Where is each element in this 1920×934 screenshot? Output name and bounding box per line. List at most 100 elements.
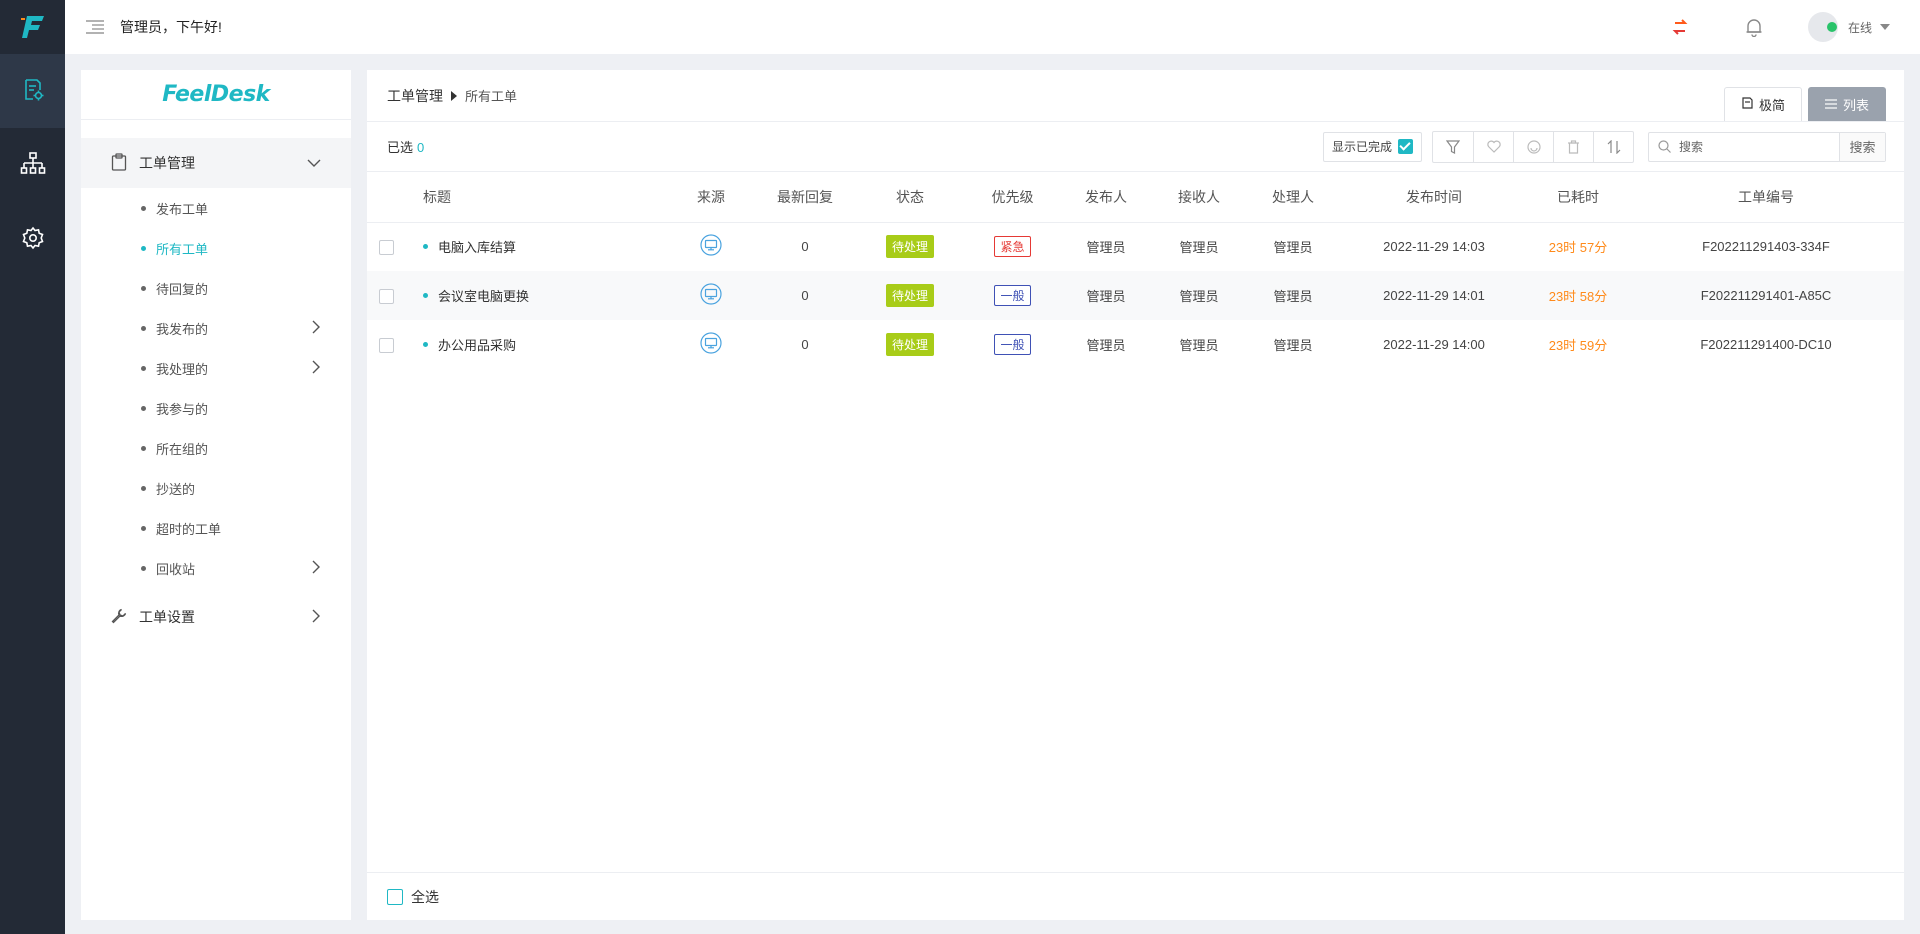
- simple-view-label: 极简: [1758, 98, 1785, 113]
- online-status: 在线: [1847, 20, 1872, 35]
- wrench-icon: [111, 608, 127, 627]
- breadcrumb-item[interactable]: 工单管理: [387, 86, 443, 106]
- receiver-cell: 管理员: [1152, 271, 1246, 320]
- sidebar-group-ticket-management[interactable]: 工单管理: [81, 138, 351, 188]
- select-all-label: 全选: [411, 888, 439, 905]
- chevron-right-icon: [311, 609, 321, 626]
- search-input[interactable]: [1679, 132, 1839, 161]
- priority-badge: 紧急: [994, 236, 1031, 258]
- sidebar-item[interactable]: 超时的工单: [81, 508, 351, 548]
- column-header: 最新回复: [755, 172, 855, 223]
- sort-icon[interactable]: [1593, 131, 1633, 162]
- list-view-button[interactable]: 列表: [1807, 87, 1886, 121]
- receiver-cell: 管理员: [1179, 240, 1219, 256]
- ticket-table: 标题 来源 最新回复 状态 优先级 发布人 接收人 处理人 发布时间 已耗时 工…: [367, 172, 1904, 369]
- sidebar-item-label: 回收站: [156, 561, 196, 577]
- search-button[interactable]: 搜索: [1839, 132, 1885, 161]
- list-view-label: 列表: [1842, 98, 1869, 113]
- bullet-dot: [141, 565, 146, 571]
- publisher-cell: 管理员: [1086, 240, 1126, 256]
- sidebar-item-label: 超时的工单: [156, 521, 222, 537]
- select-all-checkbox[interactable]: [387, 888, 403, 905]
- top-bar: 管理员，下午好! 在线: [65, 0, 1920, 54]
- handler-cell: 管理员: [1273, 240, 1313, 256]
- sidebar-group-label: 工单管理: [139, 155, 195, 171]
- main-panel: 工单管理 所有工单 极简 列表 已选 0 显示已完成 搜索 搜索 标题 来源 最…: [367, 70, 1904, 920]
- greeting-text: 管理员，下午好!: [120, 19, 222, 35]
- sidebar: FeelDesk 工单管理 发布工单所有工单待回复的我发布的我处理的我参与的所在…: [81, 70, 351, 920]
- filter-icon[interactable]: [1433, 132, 1473, 162]
- breadcrumb: 工单管理 所有工单: [387, 86, 517, 106]
- bullet-dot: [141, 205, 146, 211]
- column-header: 发布时间: [1340, 172, 1528, 223]
- publisher-cell: 管理员: [1086, 338, 1126, 353]
- selected-count: 已选 0: [387, 140, 425, 155]
- checkbox-checked-icon[interactable]: [1398, 139, 1413, 154]
- note-icon: [1741, 97, 1753, 112]
- table-row[interactable]: 会议室电脑更换 0 待处理 一般 管理员 管理员 管理员 2022-11-29 14:01 23…: [367, 271, 1904, 320]
- feeldesk-logo-icon[interactable]: [0, 0, 65, 54]
- show-completed-toggle[interactable]: 显示已完成: [1322, 131, 1422, 162]
- sidebar-group-ticket-settings[interactable]: 工单设置: [81, 592, 351, 642]
- sidebar-item[interactable]: 我发布的: [81, 308, 351, 348]
- user-menu[interactable]: 在线: [1807, 12, 1890, 42]
- sidebar-item[interactable]: 发布工单: [81, 188, 351, 228]
- table-row[interactable]: 办公用品采购 0 待处理 一般 管理员 管理员 管理员 2022-11-29 14:00 23时…: [367, 320, 1904, 369]
- search-box: 搜索: [1648, 131, 1886, 162]
- smile-icon[interactable]: [1513, 131, 1553, 162]
- sidebar-item-label: 我参与的: [156, 401, 209, 417]
- column-header: 发布人: [1060, 172, 1152, 223]
- rail-settings-button[interactable]: [0, 202, 65, 276]
- bullet-dot: [141, 325, 146, 331]
- column-header: 已耗时: [1528, 172, 1628, 223]
- simple-view-button[interactable]: 极简: [1723, 87, 1802, 121]
- breadcrumb-item: 所有工单: [465, 89, 518, 104]
- handler-cell: 管理员: [1273, 338, 1313, 353]
- table-row[interactable]: 电脑入库结算 0 待处理 紧急 管理员 管理员 管理员 2022-11-29 14:03 23时…: [367, 222, 1904, 271]
- reply-count: 0: [755, 271, 855, 320]
- left-rail: [0, 0, 65, 934]
- brand-logo: FeelDesk: [81, 70, 351, 120]
- sidebar-item-label: 所有工单: [156, 241, 209, 257]
- refresh-icon[interactable]: [1660, 7, 1700, 47]
- ticket-title-link[interactable]: 会议室电脑更换: [438, 286, 529, 305]
- org-chart-icon: [20, 151, 46, 180]
- bullet-dot: [141, 365, 146, 371]
- column-header: 来源: [667, 172, 755, 223]
- rail-org-button[interactable]: [0, 128, 65, 202]
- chevron-right-icon: [311, 320, 321, 337]
- bell-icon[interactable]: [1734, 7, 1774, 47]
- search-icon: [1649, 133, 1679, 161]
- sidebar-item[interactable]: 抄送的: [81, 468, 351, 508]
- sidebar-item[interactable]: 我处理的: [81, 348, 351, 388]
- monitor-icon: [700, 283, 722, 308]
- row-checkbox[interactable]: [378, 288, 394, 304]
- status-badge: 待处理: [885, 284, 934, 307]
- row-checkbox[interactable]: [378, 239, 394, 255]
- publisher-cell: 管理员: [1060, 271, 1152, 320]
- table-footer: 全选: [367, 872, 1904, 920]
- elapsed-time: 23时 58分: [1548, 289, 1608, 304]
- bullet-dot: [141, 525, 146, 531]
- publish-time-cell: 2022-11-29 14:01: [1340, 271, 1528, 320]
- sidebar-item[interactable]: 我参与的: [81, 388, 351, 428]
- sidebar-item[interactable]: 回收站: [81, 548, 351, 588]
- receiver-cell: 管理员: [1179, 338, 1219, 353]
- ticket-title-link[interactable]: 办公用品采购: [438, 335, 516, 354]
- row-checkbox[interactable]: [378, 337, 394, 353]
- sidebar-item[interactable]: 所在组的: [81, 428, 351, 468]
- sidebar-item[interactable]: 所有工单: [81, 228, 351, 268]
- trash-icon[interactable]: [1553, 131, 1593, 162]
- rail-ticket-button[interactable]: [0, 54, 65, 128]
- avatar: [1807, 12, 1838, 42]
- gear-icon: [21, 226, 45, 253]
- priority-badge: 一般: [994, 334, 1031, 355]
- chevron-right-icon: [311, 560, 321, 577]
- ticket-title-link[interactable]: 电脑入库结算: [438, 237, 516, 256]
- sidebar-item[interactable]: 待回复的: [81, 268, 351, 308]
- sidebar-item-label: 我发布的: [156, 321, 209, 337]
- bullet-dot: [141, 285, 146, 291]
- menu-toggle-icon[interactable]: [80, 12, 110, 42]
- bullet-dot: [141, 485, 146, 491]
- heart-icon[interactable]: [1473, 131, 1513, 162]
